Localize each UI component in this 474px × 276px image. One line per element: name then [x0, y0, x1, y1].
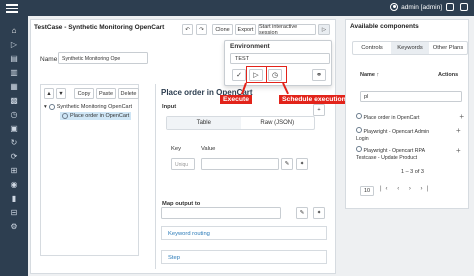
paste-button[interactable]: Paste — [96, 88, 116, 99]
building-icon[interactable]: ▩ — [9, 96, 19, 106]
add-icon[interactable]: + — [456, 126, 461, 135]
keyword-icon — [62, 113, 68, 119]
user-name: admin [admin] — [401, 3, 442, 11]
step-link[interactable]: Step — [161, 250, 327, 264]
user-icon — [390, 3, 399, 11]
component-name: Place order in OpenCart — [363, 115, 420, 121]
play-icon[interactable]: ▷ — [9, 40, 19, 50]
input-label: Input — [162, 104, 177, 110]
keyword-icon — [356, 113, 362, 119]
tree-child[interactable]: Place order in OpenCart — [60, 112, 132, 120]
schedule-annotation: Schedule execution — [279, 95, 349, 104]
chart-icon[interactable]: ▮ — [9, 194, 19, 204]
document-icon[interactable]: ▥ — [9, 68, 19, 78]
link-icon[interactable]: ⚭ — [312, 69, 326, 81]
edit-icon[interactable]: ✎ — [281, 158, 293, 170]
keyword-routing-link[interactable]: Keyword routing — [161, 226, 327, 240]
clock-icon[interactable]: ◷ — [9, 110, 19, 120]
name-label: Name — [40, 56, 58, 63]
delete-button[interactable]: Delete — [118, 88, 139, 99]
environment-select[interactable]: TEST — [230, 53, 330, 64]
rows-per-page[interactable]: 10 — [360, 186, 375, 196]
environment-label: Environment — [230, 43, 270, 50]
clone-button[interactable]: Clone — [212, 24, 233, 35]
plan-icon — [48, 104, 55, 110]
copy-button[interactable]: Copy — [74, 88, 94, 99]
undo-button[interactable]: ↶ — [182, 24, 193, 35]
dynamic-icon[interactable]: ✦ — [296, 158, 308, 170]
collapse-icon[interactable]: ▾ — [44, 104, 47, 110]
gear-icon[interactable] — [460, 3, 468, 11]
interactive-session-button[interactable]: Start interactive session — [258, 24, 316, 36]
sidebar: ⌂ ▷ ▤ ▥ ▦ ▩ ◷ ▣ ↻ ⟳ ⊞ ◉ ▮ ⊟ ⚙ — [0, 16, 28, 276]
schedule-highlight — [266, 66, 287, 83]
execute-highlight — [246, 66, 267, 83]
move-down-button[interactable]: ▼ — [56, 88, 66, 99]
tab-other-plans[interactable]: Other Plans — [429, 42, 467, 54]
value-input[interactable] — [201, 158, 279, 170]
export-button[interactable]: Export — [235, 24, 256, 35]
editor-panel — [155, 84, 328, 269]
add-icon[interactable]: + — [456, 146, 461, 155]
pagination-controls[interactable]: |‹ ‹ › ›| — [380, 186, 432, 192]
user-menu[interactable]: admin [admin] — [390, 3, 442, 11]
name-field[interactable]: Synthetic Monitoring Ope — [58, 52, 148, 64]
move-up-button[interactable]: ▲ — [44, 88, 54, 99]
value-header: Value — [201, 146, 216, 152]
document-icon[interactable]: ▤ — [9, 54, 19, 64]
tree-root[interactable]: ▾ Synthetic Monitoring OpenCart — [44, 104, 132, 110]
add-icon[interactable]: + — [459, 112, 464, 123]
component-name: Playwright - Opencart Admin Login — [356, 129, 430, 143]
tab-keywords[interactable]: Keywords — [391, 42, 429, 54]
tab-table[interactable]: Table — [167, 117, 241, 129]
home-icon[interactable]: ⌂ — [9, 26, 19, 36]
redo-button[interactable]: ↷ — [196, 24, 207, 35]
execute-annotation: Execute — [220, 95, 253, 104]
keyword-icon — [356, 146, 362, 152]
list-item[interactable]: Playwright - Opencart Admin Login — [356, 127, 436, 143]
key-input[interactable]: Uniqu — [171, 158, 195, 170]
check-icon[interactable]: ✓ — [232, 69, 246, 81]
dynamic-icon[interactable]: ✦ — [313, 207, 325, 219]
input-mode-tabs: Table Raw (JSON) — [166, 116, 315, 130]
name-column-header[interactable]: Name ↑ — [360, 72, 379, 78]
map-output-input[interactable] — [161, 207, 281, 219]
document-icon[interactable] — [446, 3, 454, 11]
search-input[interactable]: pl — [360, 91, 462, 102]
loop-icon[interactable]: ↻ — [9, 138, 19, 148]
database-icon[interactable]: ▣ — [9, 124, 19, 134]
add-input-button[interactable]: + — [313, 104, 325, 116]
actions-column-header: Actions — [438, 72, 459, 78]
tree-root-label: Synthetic Monitoring OpenCart — [56, 104, 132, 110]
hierarchy-icon[interactable]: ⊞ — [9, 166, 19, 176]
tree-child-label: Place order in OpenCart — [70, 113, 130, 119]
keyword-icon — [356, 127, 362, 133]
components-title: Available components — [350, 23, 419, 30]
refresh-icon[interactable]: ⟳ — [9, 152, 19, 162]
list-item[interactable]: Place order in OpenCart + — [356, 112, 464, 123]
top-icons — [446, 3, 468, 11]
tab-controls[interactable]: Controls — [353, 42, 391, 54]
user-icon[interactable]: ◉ — [9, 180, 19, 190]
page-title: TestCase - Synthetic Monitoring OpenCart — [34, 24, 165, 31]
menu-icon[interactable] — [6, 2, 18, 14]
pagination-range: 1 – 3 of 3 — [401, 169, 424, 175]
rows-per-page-select[interactable]: 10 — [360, 186, 375, 196]
key-header: Key — [171, 146, 181, 152]
gear-icon[interactable]: ⚙ — [9, 222, 19, 232]
components-tabs: Controls Keywords Other Plans — [352, 41, 468, 55]
list-item[interactable]: Playwright - Opencart RPA Testcase - Upd… — [356, 146, 446, 162]
play-button[interactable]: ▷ — [318, 24, 330, 35]
grid-icon[interactable]: ⊟ — [9, 208, 19, 218]
book-icon[interactable]: ▦ — [9, 82, 19, 92]
component-name: Playwright - Opencart RPA Testcase - Upd… — [356, 148, 425, 162]
tab-raw-json[interactable]: Raw (JSON) — [241, 117, 315, 129]
edit-icon[interactable]: ✎ — [296, 207, 308, 219]
